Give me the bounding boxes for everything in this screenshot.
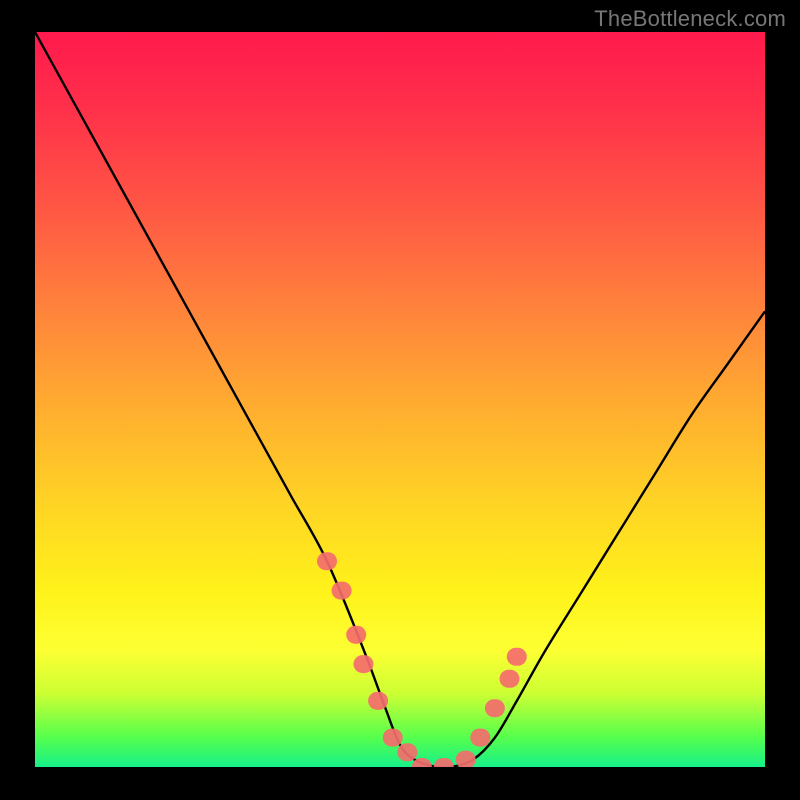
curve-marker (397, 743, 417, 761)
curve-marker (507, 648, 527, 666)
curve-markers (317, 552, 527, 767)
curve-marker (470, 729, 490, 747)
curve-marker (500, 670, 520, 688)
curve-marker (485, 699, 505, 717)
curve-marker (368, 692, 388, 710)
chart-plot-area (35, 32, 765, 767)
curve-marker (346, 626, 366, 644)
watermark-text: TheBottleneck.com (594, 6, 786, 32)
chart-frame: TheBottleneck.com (0, 0, 800, 800)
bottleneck-curve (35, 32, 765, 767)
curve-marker (434, 758, 454, 767)
curve-marker (354, 655, 374, 673)
chart-svg (35, 32, 765, 767)
curve-marker (383, 729, 403, 747)
curve-marker (456, 751, 476, 767)
curve-marker (317, 552, 337, 570)
curve-marker (332, 582, 352, 600)
